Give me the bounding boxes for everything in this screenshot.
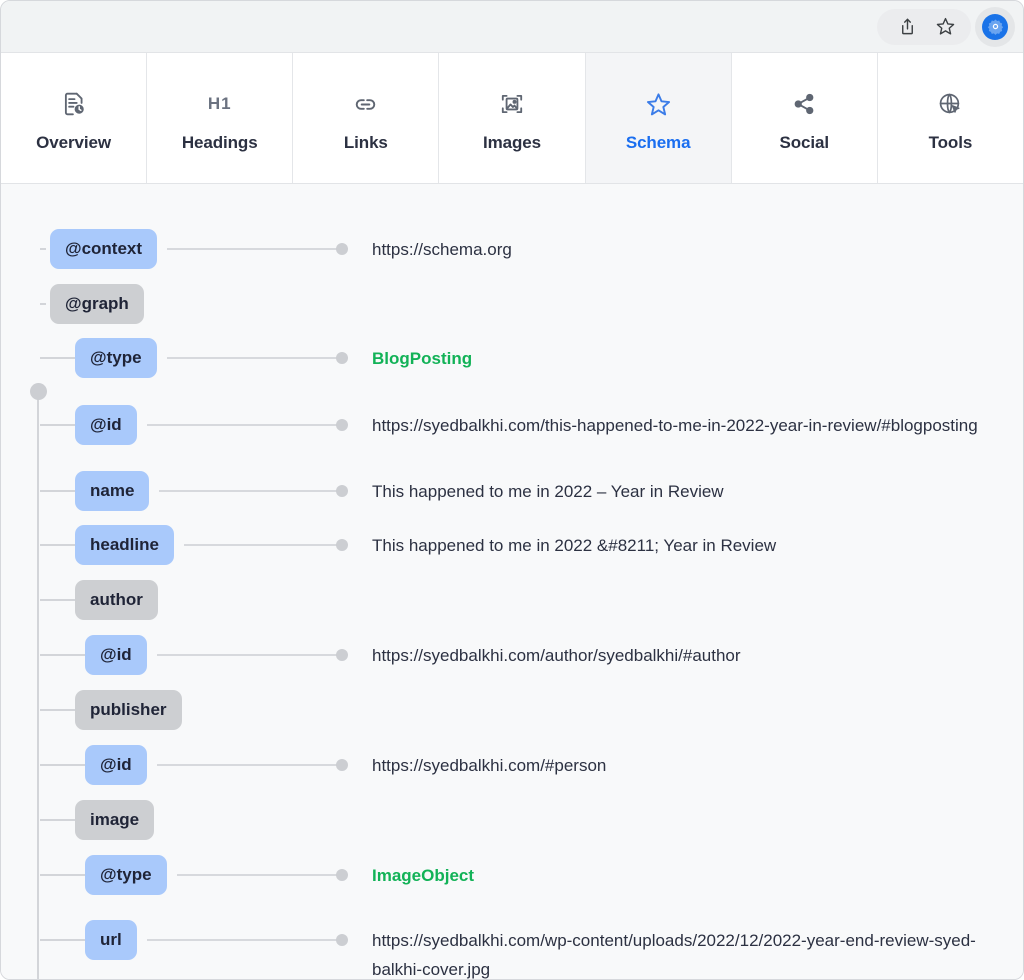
schema-tree-row: image: [1, 800, 1023, 840]
value-connector-dot: [336, 869, 348, 881]
tab-bar: Overview H1 Headings Links Images Schema…: [1, 53, 1023, 184]
value-connector-line: [167, 248, 342, 250]
schema-value: https://syedbalkhi.com/wp-content/upload…: [372, 931, 976, 979]
schema-value: ImageObject: [372, 866, 475, 885]
schema-key-pill[interactable]: url: [85, 920, 137, 960]
h1-icon: H1: [207, 94, 232, 113]
schema-key-pill[interactable]: author: [75, 580, 158, 620]
value-connector-dot: [336, 539, 348, 551]
value-connector-dot: [336, 485, 348, 497]
tab-images[interactable]: Images: [439, 53, 586, 183]
share-nodes-icon: [791, 89, 817, 119]
link-icon: [352, 89, 379, 119]
tree-branch-line: [40, 599, 75, 601]
browser-window: Overview H1 Headings Links Images Schema…: [0, 0, 1024, 980]
schema-tree-row: @id https://syedbalkhi.com/#person: [1, 745, 1023, 785]
tab-label: Links: [343, 133, 388, 152]
schema-value: https://schema.org: [372, 240, 512, 259]
schema-tree-row: name This happened to me in 2022 – Year i…: [1, 471, 1023, 511]
toolbar-actions-group: [877, 8, 971, 45]
schema-key-pill[interactable]: @id: [85, 745, 147, 785]
schema-value: BlogPosting: [372, 349, 473, 368]
schema-value: https://syedbalkhi.com/this-happened-to-…: [372, 416, 978, 435]
value-connector-dot: [336, 934, 348, 946]
value-connector-dot: [336, 759, 348, 771]
schema-key-pill[interactable]: publisher: [75, 690, 182, 730]
schema-key-pill[interactable]: @id: [75, 405, 137, 445]
schema-key-pill[interactable]: @id: [85, 635, 147, 675]
schema-tree-row: publisher: [1, 690, 1023, 730]
document-clock-icon: [61, 89, 87, 119]
value-connector-line: [156, 764, 342, 766]
tree-branch-line: [40, 939, 85, 941]
schema-tree-row: @context https://schema.org: [1, 229, 1023, 269]
value-connector-line: [166, 357, 342, 359]
image-frame-icon: [499, 89, 525, 119]
tab-schema[interactable]: Schema: [585, 53, 732, 183]
schema-tree-row: @type ImageObject: [1, 855, 1023, 895]
value-connector-line: [146, 424, 342, 426]
value-connector-dot: [336, 649, 348, 661]
tree-branch-line: [40, 654, 85, 656]
tab-label: Headings: [181, 133, 258, 152]
tree-branch-line: [40, 248, 46, 250]
schema-tree-row: @type BlogPosting: [1, 338, 1023, 378]
share-icon[interactable]: [891, 11, 923, 43]
tree-root-node-dot: [30, 383, 47, 400]
schema-value: https://syedbalkhi.com/#person: [372, 756, 607, 775]
tab-tools[interactable]: Tools: [877, 53, 1023, 183]
tree-branch-line: [40, 819, 75, 821]
tab-links[interactable]: Links: [293, 53, 440, 183]
bookmark-star-icon[interactable]: [929, 11, 961, 43]
value-connector-dot: [336, 243, 348, 255]
value-connector-dot: [336, 419, 348, 431]
tab-label: Images: [482, 133, 541, 152]
schema-tree-row: @graph: [1, 284, 1023, 324]
star-icon: [645, 89, 672, 119]
schema-key-pill[interactable]: name: [75, 471, 150, 511]
extension-gear-icon[interactable]: [975, 6, 1015, 47]
tab-label: Social: [779, 133, 830, 152]
tab-headings[interactable]: H1 Headings: [147, 53, 294, 183]
schema-tree-row: url https://syedbalkhi.com/wp-content/upl…: [1, 920, 1023, 979]
schema-value: This happened to me in 2022 – Year in Re…: [372, 482, 724, 501]
value-connector-dot: [336, 352, 348, 364]
tree-branch-line: [40, 490, 75, 492]
tab-social[interactable]: Social: [731, 53, 878, 183]
tree-branch-line: [40, 424, 75, 426]
schema-tree-panel[interactable]: @context https://schema.org @graph @type Blo…: [1, 184, 1023, 979]
tree-branch-line: [40, 764, 85, 766]
tab-label: Schema: [625, 133, 691, 152]
schema-value: https://syedbalkhi.com/author/syedbalkhi…: [372, 646, 741, 665]
schema-tree-row: author: [1, 580, 1023, 620]
value-connector-line: [183, 544, 342, 546]
tab-overview[interactable]: Overview: [1, 53, 148, 183]
schema-tree-row: headline This happened to me in 2022 &#82…: [1, 525, 1023, 565]
tree-branch-line: [40, 709, 75, 711]
tab-label: Tools: [928, 133, 973, 152]
schema-key-pill[interactable]: @context: [50, 229, 158, 269]
schema-key-pill[interactable]: image: [75, 800, 155, 840]
value-connector-line: [146, 939, 342, 941]
value-connector-line: [159, 490, 342, 492]
schema-key-pill[interactable]: headline: [75, 525, 174, 565]
tree-branch-line: [40, 874, 85, 876]
tree-branch-line: [40, 357, 75, 359]
schema-value: This happened to me in 2022 &#8211; Year…: [372, 536, 777, 555]
tab-label: Overview: [36, 133, 111, 152]
schema-key-pill[interactable]: @type: [85, 855, 167, 895]
browser-toolbar: [1, 1, 1023, 53]
tree-branch-line: [40, 303, 46, 305]
globe-cursor-icon: [937, 89, 963, 119]
schema-tree-row: @id https://syedbalkhi.com/this-happened-…: [1, 405, 1023, 445]
schema-key-pill[interactable]: @type: [75, 338, 157, 378]
value-connector-line: [176, 874, 342, 876]
value-connector-line: [156, 654, 342, 656]
schema-key-pill[interactable]: @graph: [50, 284, 144, 324]
schema-tree-row: @id https://syedbalkhi.com/author/syedbal…: [1, 635, 1023, 675]
extension-badge: [982, 13, 1008, 40]
tree-branch-line: [40, 544, 75, 546]
